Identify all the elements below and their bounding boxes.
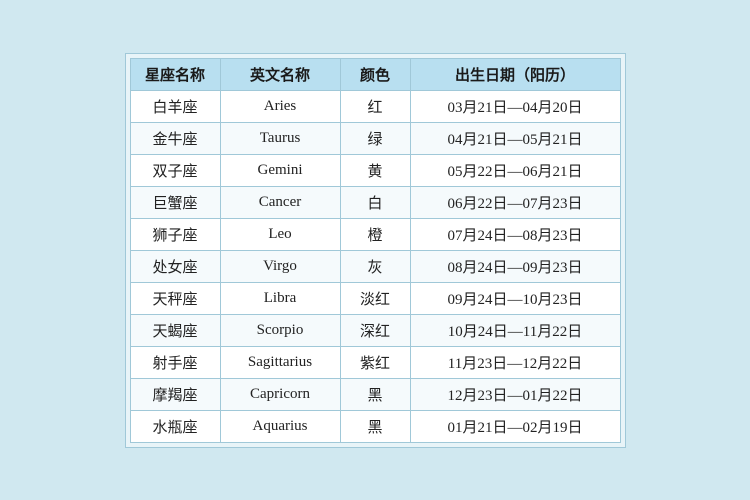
header-chinese: 星座名称 [130, 58, 220, 90]
cell-color: 黑 [340, 410, 410, 442]
zodiac-table: 星座名称 英文名称 颜色 出生日期（阳历） 白羊座Aries红03月21日—04… [130, 58, 621, 443]
table-row: 摩羯座Capricorn黑12月23日—01月22日 [130, 378, 620, 410]
cell-color: 白 [340, 186, 410, 218]
table-row: 双子座Gemini黄05月22日—06月21日 [130, 154, 620, 186]
cell-date: 03月21日—04月20日 [410, 90, 620, 122]
cell-english: Taurus [220, 122, 340, 154]
cell-english: Capricorn [220, 378, 340, 410]
cell-date: 06月22日—07月23日 [410, 186, 620, 218]
table-row: 白羊座Aries红03月21日—04月20日 [130, 90, 620, 122]
cell-color: 深红 [340, 314, 410, 346]
cell-date: 07月24日—08月23日 [410, 218, 620, 250]
cell-chinese: 巨蟹座 [130, 186, 220, 218]
table-row: 射手座Sagittarius紫红11月23日—12月22日 [130, 346, 620, 378]
cell-chinese: 天蝎座 [130, 314, 220, 346]
cell-chinese: 狮子座 [130, 218, 220, 250]
cell-color: 黄 [340, 154, 410, 186]
cell-chinese: 摩羯座 [130, 378, 220, 410]
cell-color: 淡红 [340, 282, 410, 314]
cell-date: 01月21日—02月19日 [410, 410, 620, 442]
cell-english: Gemini [220, 154, 340, 186]
cell-english: Leo [220, 218, 340, 250]
header-english: 英文名称 [220, 58, 340, 90]
header-date: 出生日期（阳历） [410, 58, 620, 90]
cell-english: Sagittarius [220, 346, 340, 378]
table-header-row: 星座名称 英文名称 颜色 出生日期（阳历） [130, 58, 620, 90]
cell-color: 橙 [340, 218, 410, 250]
table-row: 处女座Virgo灰08月24日—09月23日 [130, 250, 620, 282]
cell-chinese: 天秤座 [130, 282, 220, 314]
cell-color: 黑 [340, 378, 410, 410]
table-row: 天蝎座Scorpio深红10月24日—11月22日 [130, 314, 620, 346]
cell-english: Virgo [220, 250, 340, 282]
cell-date: 10月24日—11月22日 [410, 314, 620, 346]
table-row: 狮子座Leo橙07月24日—08月23日 [130, 218, 620, 250]
cell-english: Aries [220, 90, 340, 122]
cell-color: 紫红 [340, 346, 410, 378]
cell-date: 09月24日—10月23日 [410, 282, 620, 314]
cell-color: 绿 [340, 122, 410, 154]
table-row: 天秤座Libra淡红09月24日—10月23日 [130, 282, 620, 314]
cell-color: 红 [340, 90, 410, 122]
header-color: 颜色 [340, 58, 410, 90]
cell-english: Scorpio [220, 314, 340, 346]
cell-date: 05月22日—06月21日 [410, 154, 620, 186]
cell-english: Cancer [220, 186, 340, 218]
cell-color: 灰 [340, 250, 410, 282]
cell-english: Aquarius [220, 410, 340, 442]
zodiac-table-container: 星座名称 英文名称 颜色 出生日期（阳历） 白羊座Aries红03月21日—04… [125, 53, 626, 448]
cell-date: 12月23日—01月22日 [410, 378, 620, 410]
table-row: 金牛座Taurus绿04月21日—05月21日 [130, 122, 620, 154]
cell-chinese: 双子座 [130, 154, 220, 186]
cell-date: 11月23日—12月22日 [410, 346, 620, 378]
cell-date: 08月24日—09月23日 [410, 250, 620, 282]
cell-chinese: 金牛座 [130, 122, 220, 154]
table-row: 巨蟹座Cancer白06月22日—07月23日 [130, 186, 620, 218]
table-row: 水瓶座Aquarius黑01月21日—02月19日 [130, 410, 620, 442]
cell-chinese: 射手座 [130, 346, 220, 378]
cell-chinese: 白羊座 [130, 90, 220, 122]
cell-english: Libra [220, 282, 340, 314]
cell-date: 04月21日—05月21日 [410, 122, 620, 154]
cell-chinese: 处女座 [130, 250, 220, 282]
cell-chinese: 水瓶座 [130, 410, 220, 442]
